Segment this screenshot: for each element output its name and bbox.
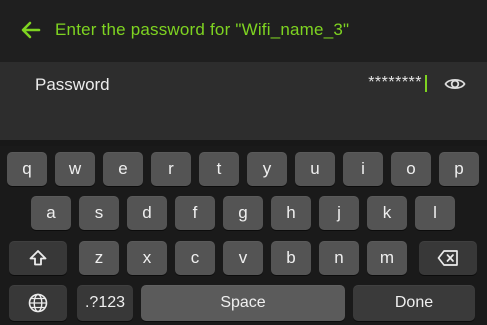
key-m[interactable]: m [367, 241, 407, 275]
key-n[interactable]: n [319, 241, 359, 275]
key-d[interactable]: d [127, 196, 167, 230]
backspace-icon [437, 249, 459, 267]
key-l[interactable]: l [415, 196, 455, 230]
text-caret [425, 74, 427, 92]
backspace-key[interactable] [419, 241, 477, 275]
key-f[interactable]: f [175, 196, 215, 230]
key-b[interactable]: b [271, 241, 311, 275]
key-z[interactable]: z [79, 241, 119, 275]
key-y[interactable]: y [247, 152, 287, 186]
page-title: Enter the password for "Wifi_name_3" [55, 20, 350, 39]
key-u[interactable]: u [295, 152, 335, 186]
language-key[interactable] [9, 285, 67, 321]
eye-icon[interactable] [444, 73, 466, 95]
keyboard: q w e r t y u i o p a s d f g h j k l z … [0, 140, 487, 325]
password-value: ******** [368, 74, 422, 91]
key-t[interactable]: t [199, 152, 239, 186]
key-o[interactable]: o [391, 152, 431, 186]
key-i[interactable]: i [343, 152, 383, 186]
shift-icon [28, 248, 48, 268]
password-field[interactable]: Password ******** [0, 62, 487, 140]
key-v[interactable]: v [223, 241, 263, 275]
key-g[interactable]: g [223, 196, 263, 230]
key-h[interactable]: h [271, 196, 311, 230]
space-key[interactable]: Space [141, 285, 345, 321]
shift-key[interactable] [9, 241, 67, 275]
key-r[interactable]: r [151, 152, 191, 186]
key-w[interactable]: w [55, 152, 95, 186]
globe-icon [27, 292, 49, 314]
key-s[interactable]: s [79, 196, 119, 230]
password-label: Password [35, 75, 110, 94]
symbols-key[interactable]: .?123 [77, 285, 133, 321]
key-p[interactable]: p [439, 152, 479, 186]
done-key[interactable]: Done [353, 285, 475, 321]
key-k[interactable]: k [367, 196, 407, 230]
key-q[interactable]: q [7, 152, 47, 186]
key-c[interactable]: c [175, 241, 215, 275]
password-input[interactable]: ******** [368, 74, 427, 92]
key-j[interactable]: j [319, 196, 359, 230]
key-a[interactable]: a [31, 196, 71, 230]
key-e[interactable]: e [103, 152, 143, 186]
header: Enter the password for "Wifi_name_3" [0, 0, 487, 62]
arrow-left-icon[interactable] [20, 19, 42, 41]
key-x[interactable]: x [127, 241, 167, 275]
